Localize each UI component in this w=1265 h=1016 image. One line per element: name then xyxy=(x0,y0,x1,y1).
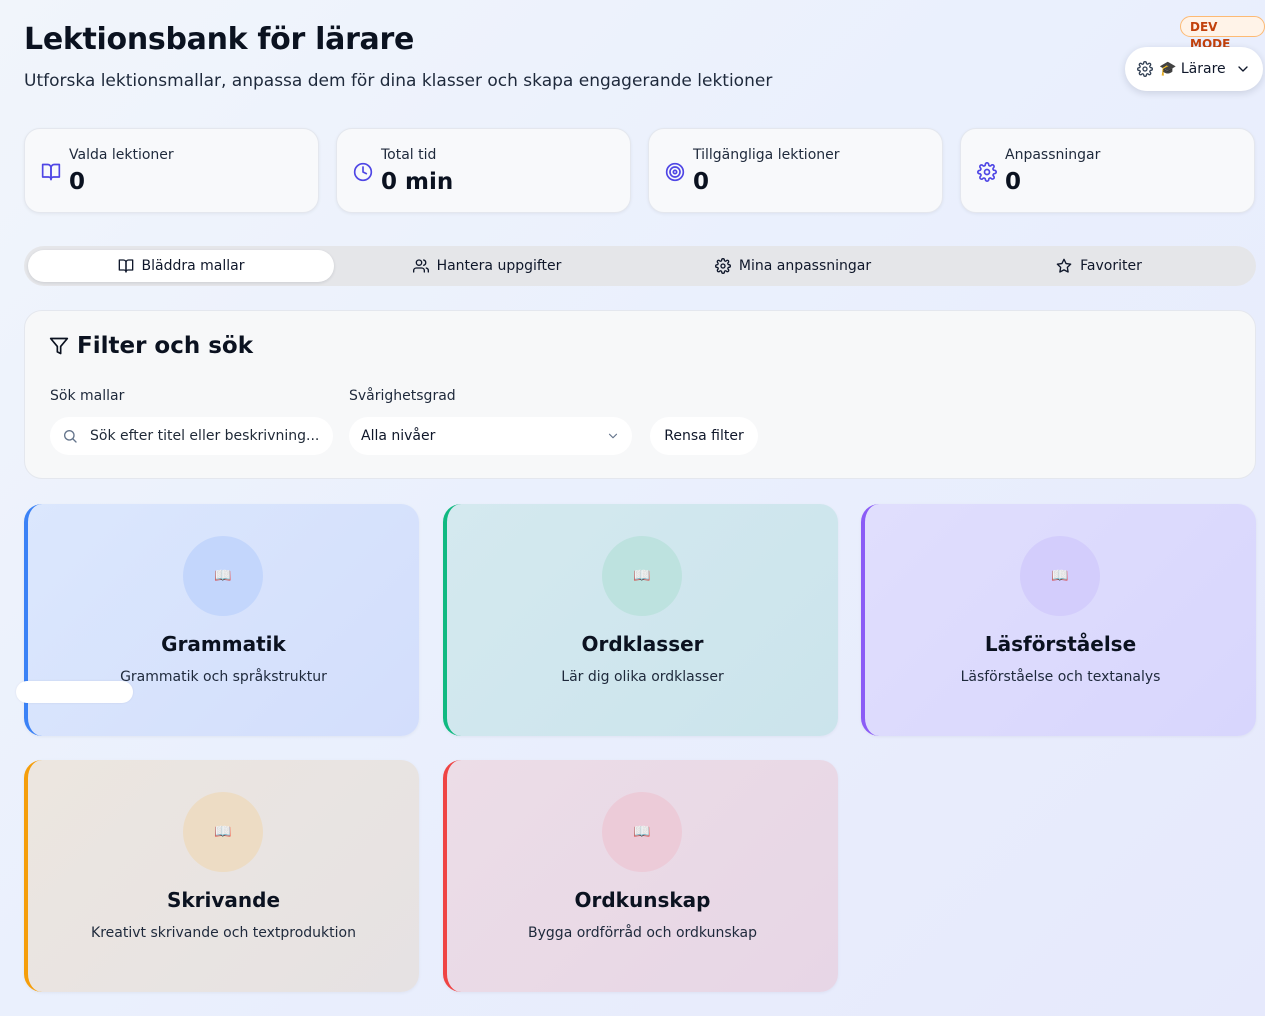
floating-tooltip-placeholder xyxy=(16,681,133,703)
stat-label: Total tid xyxy=(381,147,437,163)
category-name: Ordklasser xyxy=(581,632,704,656)
filter-panel: Filter och sök Sök mallar Svårighetsgrad… xyxy=(24,310,1256,479)
book-emoji-icon: 📖 xyxy=(183,536,263,616)
stat-label: Valda lektioner xyxy=(69,147,174,163)
book-emoji-icon: 📖 xyxy=(1020,536,1100,616)
category-description: Läsförståelse och textanalys xyxy=(960,669,1161,685)
category-description: Kreativt skrivande och textproduktion xyxy=(91,925,356,941)
filter-icon xyxy=(49,336,69,356)
role-selector[interactable]: 🎓 Lärare xyxy=(1125,47,1263,91)
book-emoji-icon: 📖 xyxy=(602,792,682,872)
role-selector-label: 🎓 Lärare xyxy=(1159,61,1226,77)
filter-title-text: Filter och sök xyxy=(77,333,254,359)
category-card-lasforstaelse[interactable]: 📖 Läsförståelse Läsförståelse och textan… xyxy=(861,504,1256,736)
book-emoji-icon: 📖 xyxy=(602,536,682,616)
lesson-bank-page: Lektionsbank för lärare Utforska lektion… xyxy=(0,0,1265,1016)
page-title: Lektionsbank för lärare xyxy=(24,22,415,57)
category-name: Skrivande xyxy=(166,888,281,912)
page-subtitle: Utforska lektionsmallar, anpassa dem för… xyxy=(24,71,773,91)
stat-card-customizations: Anpassningar 0 xyxy=(960,128,1255,213)
stat-value: 0 xyxy=(1005,169,1022,195)
category-name: Ordkunskap xyxy=(574,888,711,912)
target-icon xyxy=(665,162,685,182)
tab-label: Favoriter xyxy=(1080,258,1142,274)
tab-bar: Bläddra mallar Hantera uppgifter Mina an… xyxy=(24,246,1256,286)
category-card-skrivande[interactable]: 📖 Skrivande Kreativt skrivande och textp… xyxy=(24,760,419,992)
stat-value: 0 xyxy=(693,169,710,195)
search-input[interactable] xyxy=(90,428,321,444)
tab-favorites[interactable]: Favoriter xyxy=(946,250,1252,282)
clock-icon xyxy=(353,162,373,182)
search-icon xyxy=(62,428,78,444)
stat-label: Tillgängliga lektioner xyxy=(693,147,840,163)
stat-card-selected-lessons: Valda lektioner 0 xyxy=(24,128,319,213)
chevron-down-icon xyxy=(606,429,620,443)
tab-my-customizations[interactable]: Mina anpassningar xyxy=(640,250,946,282)
book-open-icon xyxy=(41,162,61,182)
search-field[interactable] xyxy=(50,417,333,455)
stat-card-available-lessons: Tillgängliga lektioner 0 xyxy=(648,128,943,213)
users-icon xyxy=(412,258,429,274)
level-label: Svårighetsgrad xyxy=(349,388,456,404)
tab-label: Bläddra mallar xyxy=(141,258,245,274)
book-emoji-icon: 📖 xyxy=(183,792,263,872)
filter-title: Filter och sök xyxy=(49,333,253,359)
stat-value: 0 min xyxy=(381,169,454,195)
gear-icon xyxy=(714,258,731,274)
difficulty-select[interactable]: Alla nivåer xyxy=(349,417,632,455)
gear-icon xyxy=(1137,61,1153,77)
category-description: Lär dig olika ordklasser xyxy=(561,669,724,685)
category-card-ordklasser[interactable]: 📖 Ordklasser Lär dig olika ordklasser xyxy=(443,504,838,736)
stat-card-total-time: Total tid 0 min xyxy=(336,128,631,213)
difficulty-select-value: Alla nivåer xyxy=(361,428,436,444)
clear-filter-button[interactable]: Rensa filter xyxy=(650,417,758,455)
stat-label: Anpassningar xyxy=(1005,147,1101,163)
category-name: Läsförståelse xyxy=(984,632,1137,656)
dev-mode-badge: DEV MODE xyxy=(1180,16,1265,51)
gear-icon xyxy=(977,162,997,182)
tab-label: Hantera uppgifter xyxy=(436,258,562,274)
category-name: Grammatik xyxy=(161,632,286,656)
chevron-down-icon xyxy=(1235,61,1251,77)
category-description: Bygga ordförråd och ordkunskap xyxy=(528,925,757,941)
tab-label: Mina anpassningar xyxy=(738,258,872,274)
book-open-icon xyxy=(118,258,134,274)
star-icon xyxy=(1056,258,1072,274)
stat-value: 0 xyxy=(69,169,86,195)
category-card-ordkunskap[interactable]: 📖 Ordkunskap Bygga ordförråd och ordkuns… xyxy=(443,760,838,992)
tab-browse-templates[interactable]: Bläddra mallar xyxy=(28,250,334,282)
search-label: Sök mallar xyxy=(50,388,125,404)
tab-manage-assignments[interactable]: Hantera uppgifter xyxy=(334,250,640,282)
